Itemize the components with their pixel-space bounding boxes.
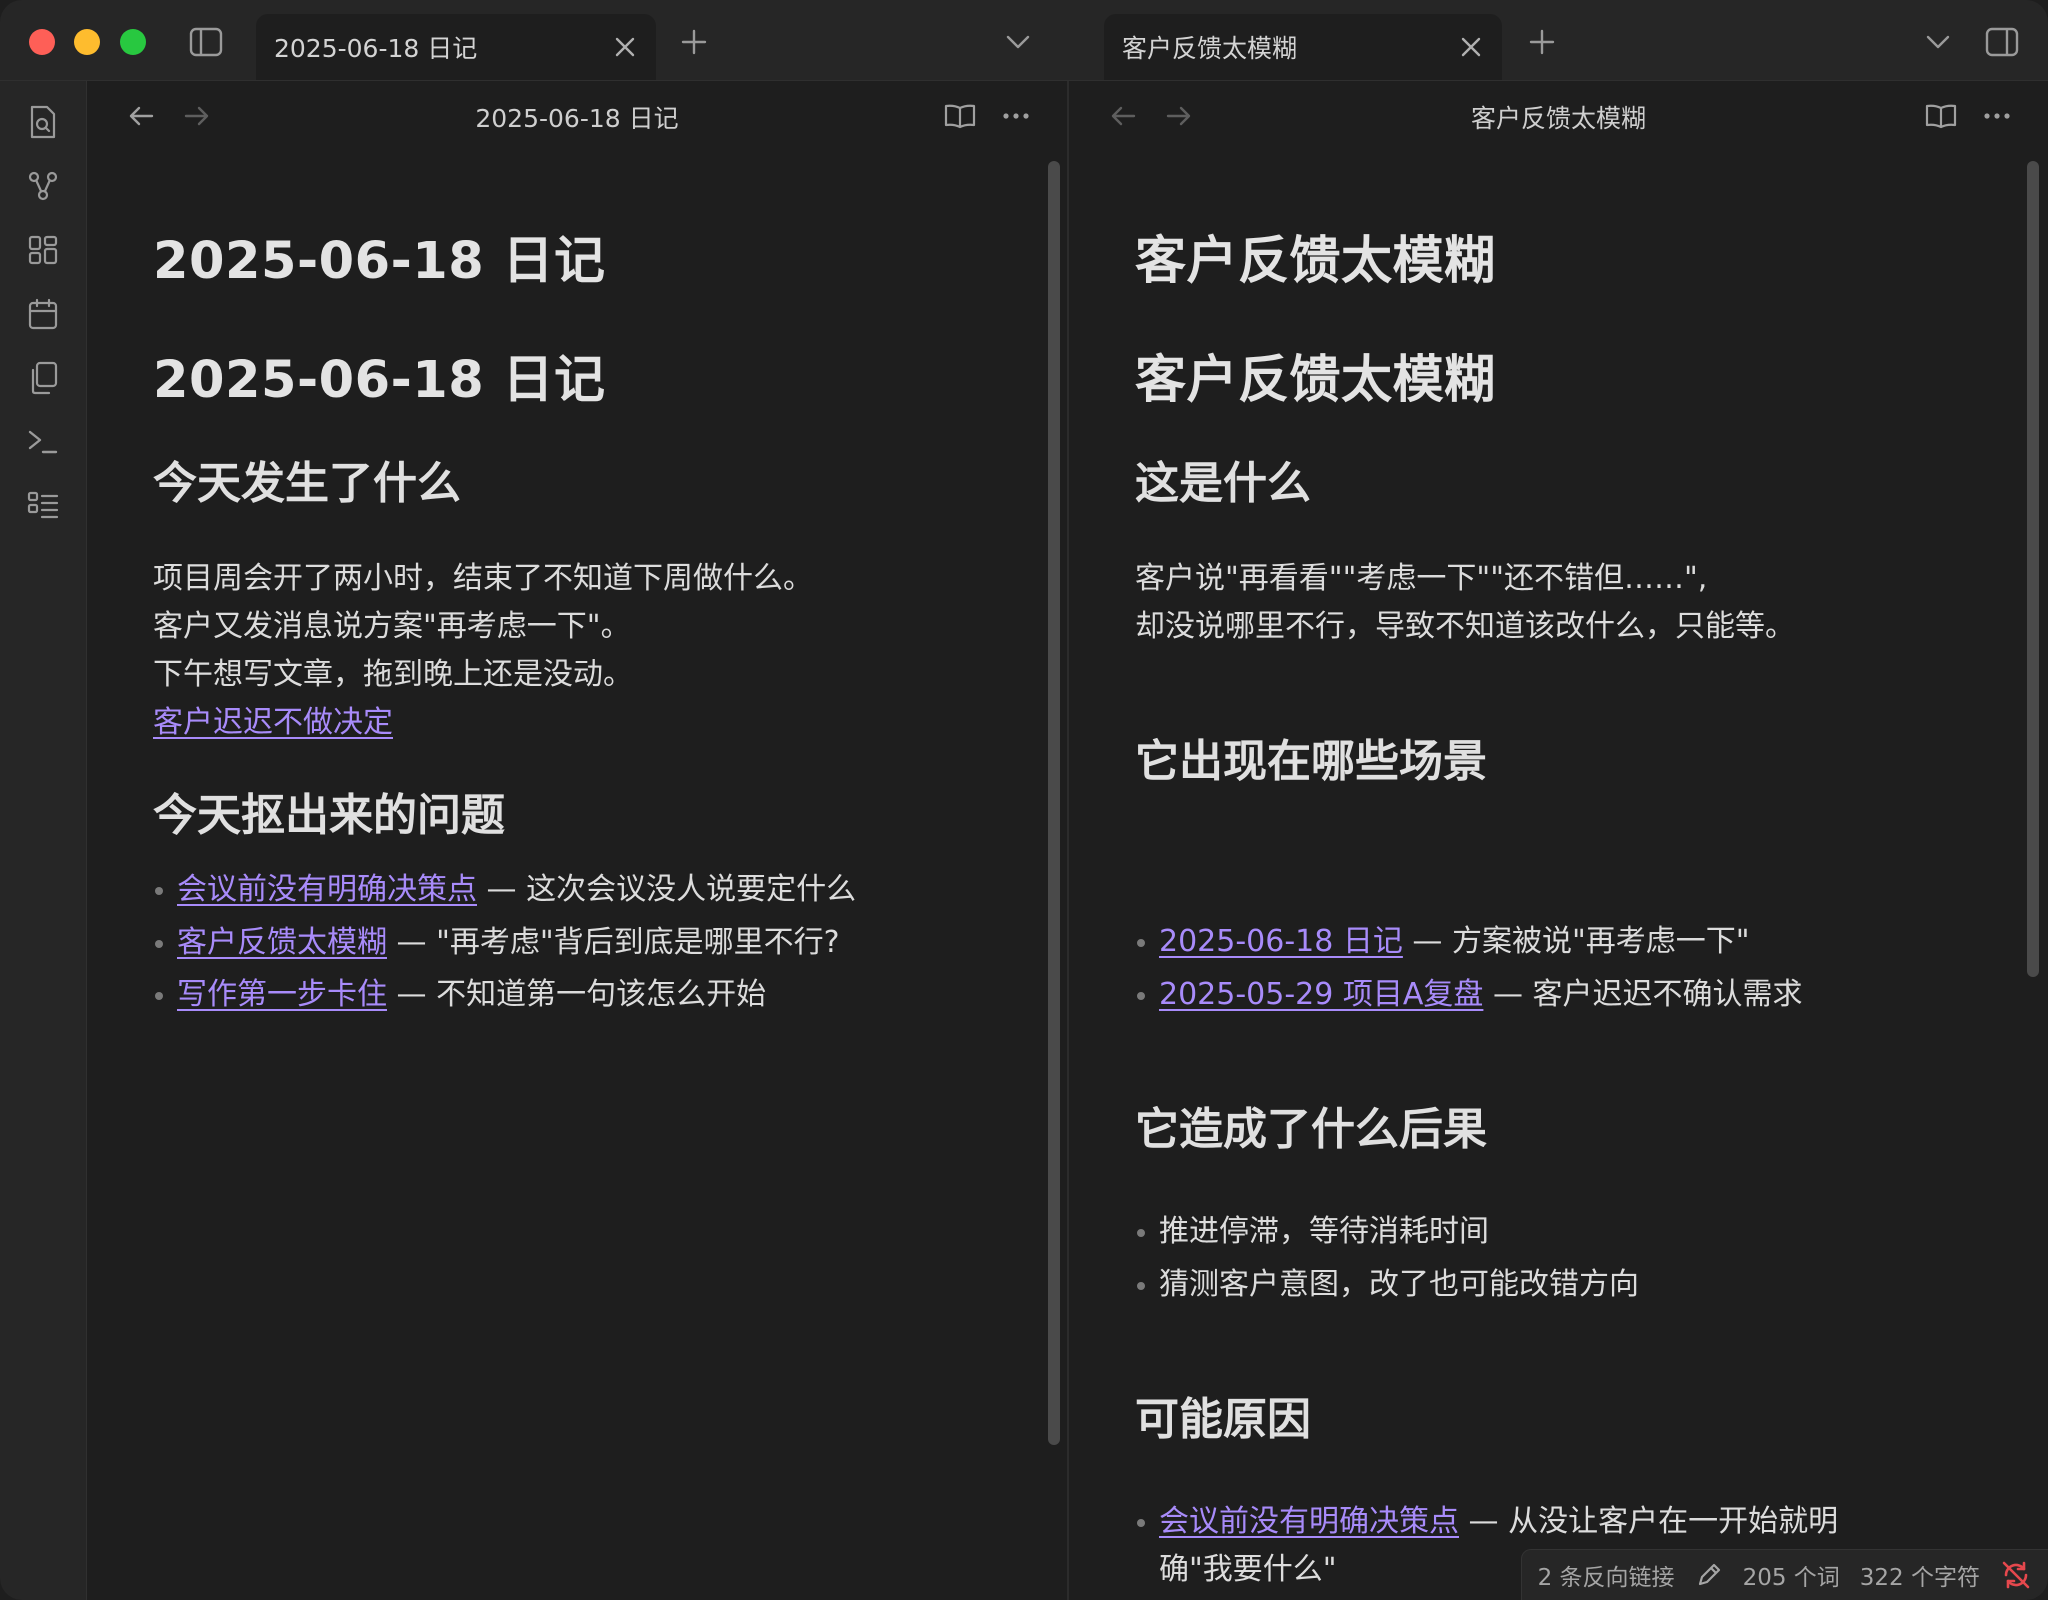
list-item: 2025-06-18 日记 — 方案被说"再考虑一下" — [1137, 918, 1750, 966]
close-icon[interactable] — [608, 30, 642, 64]
new-tab-icon[interactable] — [676, 24, 712, 60]
list-item: 2025-05-29 项目A复盘 — 客户迟迟不确认需求 — [1137, 971, 1803, 1019]
reading-view-icon[interactable] — [1924, 99, 1958, 133]
pane-header: 2025-06-18 日记 — [87, 81, 1067, 153]
status-bar: 2 条反向链接 205 个词 322 个字符 — [1520, 1549, 2048, 1600]
paragraph: 客户说"再看看""考虑一下""还不错但……", 却没说哪里不行，导致不知道该改什… — [1135, 555, 1795, 651]
char-count: 322 个字符 — [1859, 1565, 1980, 1591]
graph-icon[interactable] — [22, 165, 64, 207]
text-line: 客户又发消息说方案"再考虑一下"。 — [153, 609, 631, 644]
internal-link[interactable]: 2025-05-29 项目A复盘 — [1159, 977, 1483, 1012]
heading-what-is-it: 这是什么 — [1135, 458, 1311, 509]
calendar-icon[interactable] — [22, 293, 64, 335]
tab-title: 客户反馈太模糊 — [1122, 34, 1298, 63]
internal-link[interactable]: 会议前没有明确决策点 — [177, 872, 477, 907]
backlinks-count[interactable]: 2 条反向链接 — [1538, 1558, 1675, 1592]
heading-1: 2025-06-18 日记 — [153, 351, 606, 410]
sidebar-toggle-icon[interactable] — [186, 22, 226, 62]
list-item-text: — 不知道第一句该怎么开始 — [387, 977, 767, 1012]
list-item-text: 猜测客户意图，改了也可能改错方向 — [1159, 1267, 1639, 1302]
list-item: 推进停滞，等待消耗时间 — [1137, 1208, 1489, 1256]
edit-mode-icon[interactable] — [1695, 1561, 1723, 1589]
more-options-icon[interactable] — [999, 99, 1033, 133]
bullet — [155, 887, 163, 895]
pane-title: 客户反馈太模糊 — [1470, 104, 1646, 133]
zoom-window-button[interactable] — [120, 29, 146, 55]
list-item: 客户反馈太模糊 — "再考虑"背后到底是哪里不行? — [155, 919, 840, 967]
text-line: 下午想写文章，拖到晚上还是没动。 — [153, 657, 633, 692]
bullet — [1137, 1282, 1145, 1290]
heading-1: 客户反馈太模糊 — [1135, 351, 1496, 410]
right-editor-pane: 客户反馈太模糊 客户反馈太模糊 客户反馈太模糊 这是什么 客户说"再看看""考虑… — [1069, 81, 2048, 1600]
copy-icon[interactable] — [22, 357, 64, 399]
minimize-window-button[interactable] — [74, 29, 100, 55]
grid-icon[interactable] — [22, 229, 64, 271]
tab-left-note[interactable]: 2025-06-18 日记 — [256, 14, 656, 80]
tab-title: 2025-06-18 日记 — [274, 34, 478, 63]
list-item-text: — "再考虑"背后到底是哪里不行? — [387, 925, 840, 960]
left-editor-pane: 2025-06-18 日记 2025-06-18 日记 2025-06-18 日… — [87, 81, 1069, 1600]
outline-icon[interactable] — [22, 485, 64, 527]
list-item: 猜测客户意图，改了也可能改错方向 — [1137, 1261, 1639, 1309]
list-item-text: — 方案被说"再考虑一下" — [1402, 924, 1750, 959]
text-line: 却没说哪里不行，导致不知道该改什么，只能等。 — [1135, 609, 1795, 644]
title-bar: 2025-06-18 日记 客户反馈太模糊 — [0, 0, 2048, 81]
left-ribbon — [0, 81, 87, 1600]
heading-problems: 今天抠出来的问题 — [153, 790, 505, 841]
bullet — [155, 940, 163, 948]
chevron-down-icon[interactable] — [1920, 26, 1956, 58]
search-file-icon[interactable] — [22, 101, 64, 143]
heading-scenes: 它出现在哪些场景 — [1135, 736, 1487, 787]
internal-link[interactable]: 会议前没有明确决策点 — [1159, 1504, 1459, 1539]
terminal-icon[interactable] — [22, 421, 64, 463]
internal-link[interactable]: 2025-06-18 日记 — [1159, 924, 1403, 959]
list-item-text: — 这次会议没人说要定什么 — [477, 872, 857, 907]
more-options-icon[interactable] — [1980, 99, 2014, 133]
list-item: 写作第一步卡住 — 不知道第一句该怎么开始 — [155, 971, 767, 1019]
list-item-text-continued: 确"我要什么" — [1159, 1552, 1337, 1587]
pane-title: 2025-06-18 日记 — [475, 104, 679, 133]
bullet — [1137, 939, 1145, 947]
note-title: 2025-06-18 日记 — [153, 232, 606, 291]
heading-causes: 可能原因 — [1135, 1394, 1311, 1445]
internal-link[interactable]: 客户迟迟不做决定 — [153, 705, 393, 740]
bullet — [1137, 1519, 1145, 1527]
sync-error-icon[interactable] — [2000, 1559, 2032, 1591]
note-title: 客户反馈太模糊 — [1135, 232, 1496, 291]
heading-consequences: 它造成了什么后果 — [1135, 1104, 1487, 1155]
close-icon[interactable] — [1454, 30, 1488, 64]
close-window-button[interactable] — [29, 29, 55, 55]
scrollbar[interactable] — [2027, 161, 2039, 977]
scrollbar[interactable] — [1048, 161, 1060, 1445]
list-item: 会议前没有明确决策点 — 这次会议没人说要定什么 — [155, 866, 857, 914]
tab-right-note[interactable]: 客户反馈太模糊 — [1104, 14, 1502, 80]
app-window: 2025-06-18 日记 客户反馈太模糊 2025-06-18 日记 2025… — [0, 0, 2048, 1600]
list-item-text: — 从没让客户在一开始就明 — [1459, 1504, 1839, 1539]
internal-link[interactable]: 写作第一步卡住 — [177, 977, 387, 1012]
internal-link[interactable]: 客户反馈太模糊 — [177, 925, 387, 960]
right-sidebar-toggle-icon[interactable] — [1982, 22, 2022, 62]
word-count: 205 个词 — [1742, 1565, 1840, 1591]
pane-header: 客户反馈太模糊 — [1069, 81, 2048, 153]
list-item-text: 推进停滞，等待消耗时间 — [1159, 1214, 1489, 1249]
chevron-down-icon[interactable] — [1000, 26, 1036, 58]
list-item-text: — 客户迟迟不确认需求 — [1483, 977, 1803, 1012]
reading-view-icon[interactable] — [943, 99, 977, 133]
bullet — [155, 992, 163, 1000]
text-line: 客户说"再看看""考虑一下""还不错但……", — [1135, 561, 1708, 596]
text-line: 项目周会开了两小时，结束了不知道下周做什么。 — [153, 561, 813, 596]
bullet — [1137, 992, 1145, 1000]
heading-what-happened: 今天发生了什么 — [153, 458, 461, 509]
new-tab-icon[interactable] — [1524, 24, 1560, 60]
bullet — [1137, 1229, 1145, 1237]
paragraph: 项目周会开了两小时，结束了不知道下周做什么。 客户又发消息说方案"再考虑一下"。… — [153, 555, 813, 747]
